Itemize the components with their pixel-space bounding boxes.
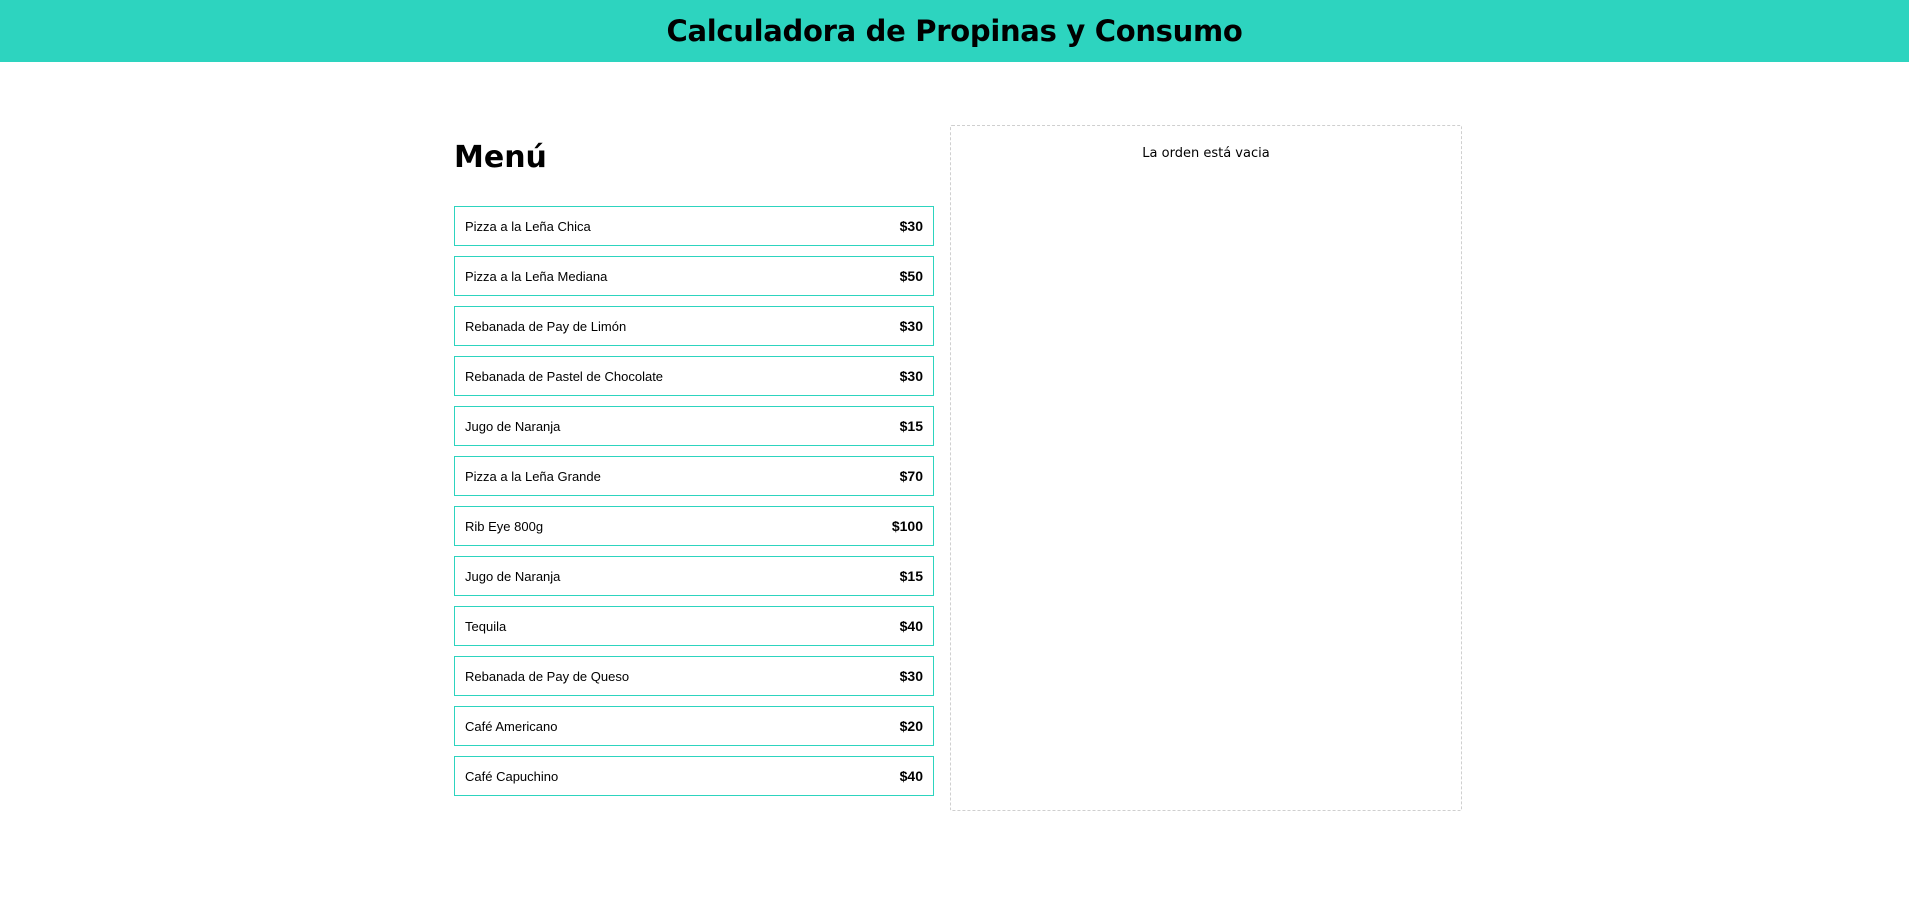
menu-item[interactable]: Café Americano $20 [454,706,934,746]
order-panel: La orden está vacia [950,125,1462,811]
menu-item[interactable]: Café Capuchino $40 [454,756,934,796]
menu-item-name: Café Capuchino [465,768,559,784]
menu-item-price: $40 [899,618,923,634]
menu-item-price: $30 [899,218,923,234]
menu-item[interactable]: Jugo de Naranja $15 [454,406,934,446]
menu-item-name: Pizza a la Leña Chica [465,218,591,234]
menu-item[interactable]: Tequila $40 [454,606,934,646]
menu-item-price: $20 [899,718,923,734]
menu-item-name: Rebanada de Pay de Queso [465,668,630,684]
order-empty-message: La orden está vacia [1142,146,1270,161]
menu-list: Pizza a la Leña Chica $30 Pizza a la Leñ… [454,206,934,796]
menu-item[interactable]: Rebanada de Pay de Limón $30 [454,306,934,346]
menu-item[interactable]: Rebanada de Pay de Queso $30 [454,656,934,696]
menu-item[interactable]: Rebanada de Pastel de Chocolate $30 [454,356,934,396]
menu-item-name: Pizza a la Leña Mediana [465,268,608,284]
menu-item-name: Jugo de Naranja [465,568,561,584]
menu-item-price: $30 [899,368,923,384]
menu-item-name: Tequila [465,618,507,634]
menu-item-price: $50 [899,268,923,284]
menu-item-name: Rebanada de Pastel de Chocolate [465,368,664,384]
menu-section: Menú Pizza a la Leña Chica $30 Pizza a l… [454,138,934,796]
menu-item-name: Jugo de Naranja [465,418,561,434]
menu-item-name: Pizza a la Leña Grande [465,468,601,484]
menu-item-name: Café Americano [465,718,558,734]
menu-item-price: $15 [899,568,923,584]
menu-item[interactable]: Jugo de Naranja $15 [454,556,934,596]
menu-item-name: Rebanada de Pay de Limón [465,318,627,334]
menu-title: Menú [454,140,547,175]
menu-item-price: $30 [899,318,923,334]
page-title: Calculadora de Propinas y Consumo [666,14,1243,48]
menu-item[interactable]: Rib Eye 800g $100 [454,506,934,546]
menu-item[interactable]: Pizza a la Leña Grande $70 [454,456,934,496]
menu-item-name: Rib Eye 800g [465,518,544,534]
menu-item-price: $30 [899,668,923,684]
menu-item[interactable]: Pizza a la Leña Mediana $50 [454,256,934,296]
app-header: Calculadora de Propinas y Consumo [0,0,1909,62]
menu-item-price: $40 [899,768,923,784]
menu-item-price: $15 [899,418,923,434]
menu-item-price: $70 [899,468,923,484]
menu-item-price: $100 [891,518,923,534]
menu-item[interactable]: Pizza a la Leña Chica $30 [454,206,934,246]
